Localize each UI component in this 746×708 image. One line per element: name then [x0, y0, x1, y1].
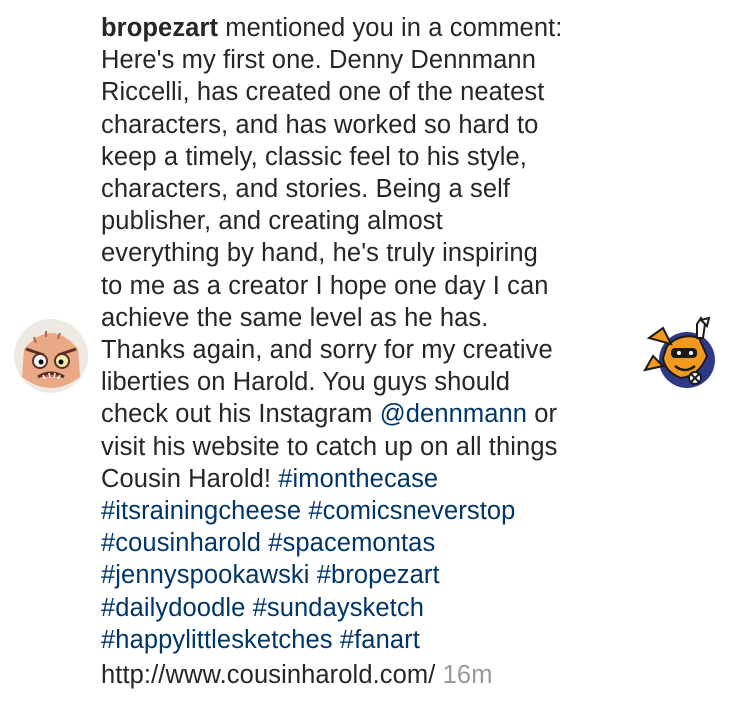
comment-line: Here's my first one. Denny Dennmann [101, 46, 536, 75]
hashtag-link[interactable]: #bropezart [317, 561, 440, 589]
comment-meta-line: http://www.cousinharold.com/ 16m [101, 659, 631, 691]
commenter-avatar[interactable] [14, 319, 88, 393]
comment-line: liberties on Harold. You guys should [101, 368, 511, 397]
comment-line: publisher, and creating almost [101, 207, 443, 236]
hashtag-link[interactable]: #happylittlesketches [101, 626, 333, 654]
hashtag-line: #dailydoodle #sundaysketch [101, 592, 631, 624]
hashtag-line: #jennyspookawski #bropezart [101, 559, 631, 591]
hashtag-link[interactable]: #imonthecase [278, 465, 438, 493]
action-text: mentioned you in a comment: [218, 14, 563, 42]
comment-line: keep a timely, classic feel to his style… [101, 142, 527, 171]
url-text: http://www.cousinharold.com/ [101, 661, 436, 690]
comment-line: everything by hand, he's truly inspiring [101, 239, 538, 268]
hashtag-link[interactable]: #comicsneverstop [308, 497, 515, 525]
timestamp: 16m [442, 661, 493, 690]
hashtag-line: #cousinharold #spacemontas [101, 527, 631, 559]
hashtag-link[interactable]: #jennyspookawski [101, 561, 310, 589]
comment-line: Cousin Harold! #imonthecase [101, 463, 631, 495]
cousin-prefix: Cousin Harold! [101, 464, 279, 493]
post-thumbnail[interactable] [641, 316, 721, 396]
cartoon-face-avatar-icon [14, 319, 88, 393]
comment-header-line: bropezart mentioned you in a comment: [101, 12, 631, 44]
notification-comment: bropezart mentioned you in a comment: He… [101, 12, 631, 691]
mention-link[interactable]: @dennmann [380, 400, 527, 428]
hashtag-line: #itsrainingcheese #comicsneverstop [101, 495, 631, 527]
comment-line: achieve the same level as he has. [101, 303, 489, 332]
mention-suffix: or [527, 400, 558, 429]
comment-line: visit his website to catch up on all thi… [101, 432, 558, 461]
comment-line: Thanks again, and sorry for my creative [101, 336, 553, 365]
comment-line: characters, and stories. Being a self [101, 175, 511, 204]
mention-prefix: check out his Instagram [101, 400, 380, 429]
hashtag-link[interactable]: #fanart [340, 626, 420, 654]
comment-line: check out his Instagram @dennmann or [101, 398, 631, 430]
hashtag-link[interactable]: #spacemontas [268, 529, 435, 557]
hashtag-link[interactable]: #dailydoodle [101, 594, 245, 622]
comment-line: Riccelli, has created one of the neatest [101, 78, 545, 107]
hashtag-link[interactable]: #itsrainingcheese [101, 497, 301, 525]
hashtag-link[interactable]: #sundaysketch [253, 594, 424, 622]
username-link[interactable]: bropezart [101, 14, 218, 42]
hashtag-line: #happylittlesketches #fanart [101, 624, 631, 656]
comment-line: characters, and has worked so hard to [101, 110, 539, 139]
orange-fox-character-thumbnail [643, 316, 715, 388]
hashtag-link[interactable]: #cousinharold [101, 529, 261, 557]
comment-line: to me as a creator I hope one day I can [101, 271, 549, 300]
